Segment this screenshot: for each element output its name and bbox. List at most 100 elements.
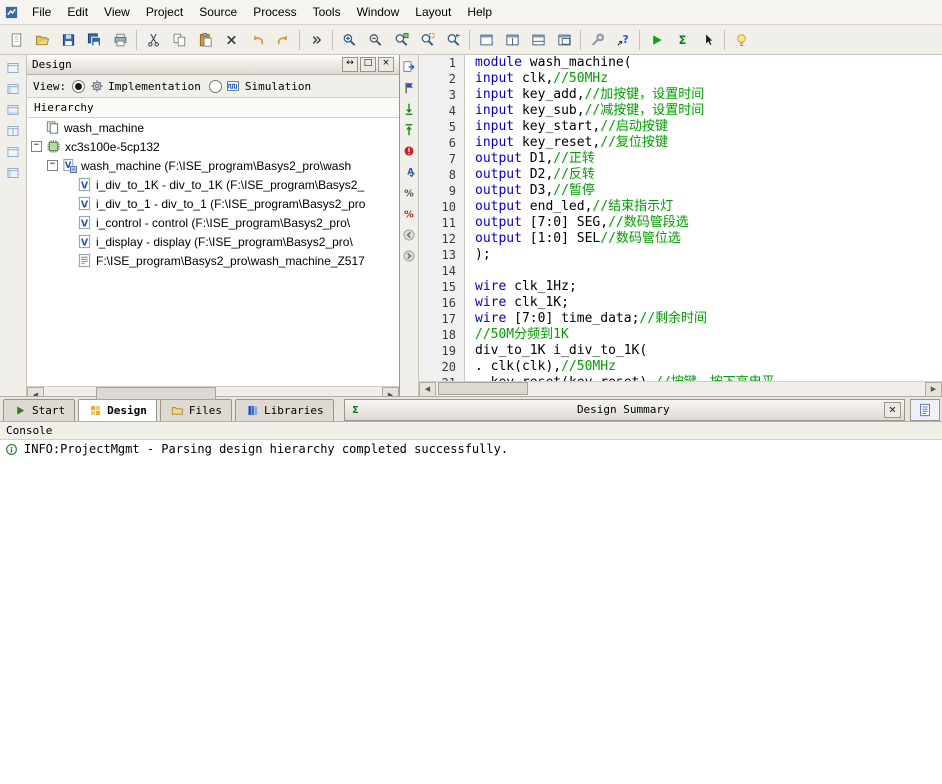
sigma-button[interactable]: Σ xyxy=(669,27,695,53)
pane-left-button[interactable] xyxy=(3,80,23,98)
pane-left-button[interactable] xyxy=(3,164,23,182)
hierarchy-scroll-track[interactable] xyxy=(44,387,382,401)
line-number: 7 xyxy=(419,151,465,167)
lightbulb-button[interactable] xyxy=(728,27,754,53)
menu-window[interactable]: Window xyxy=(349,2,408,22)
pointer-button[interactable] xyxy=(695,27,721,53)
tile-vertical-button[interactable] xyxy=(499,27,525,53)
hierarchy-scroll-thumb[interactable] xyxy=(96,387,216,400)
undo-button[interactable] xyxy=(244,27,270,53)
hierarchy-hscrollbar[interactable]: ◀ ▶ xyxy=(27,386,399,401)
summary-tabbar[interactable]: Σ Design Summary xyxy=(344,399,905,421)
toolbar-separator xyxy=(136,30,137,50)
code-area[interactable]: 1module wash_machine(2input clk,//50MHz3… xyxy=(419,55,942,381)
new-layout-button[interactable] xyxy=(473,27,499,53)
tab-libraries[interactable]: Libraries xyxy=(235,399,334,421)
line-number: 2 xyxy=(419,71,465,87)
radio-implementation[interactable] xyxy=(72,80,85,93)
hierarchy-item[interactable]: Vi_div_to_1 - div_to_1 (F:\ISE_program\B… xyxy=(27,194,399,213)
delete-button[interactable] xyxy=(218,27,244,53)
settings-wrench-button[interactable] xyxy=(584,27,610,53)
menu-source[interactable]: Source xyxy=(191,2,245,22)
console-info-icon: i xyxy=(4,442,19,457)
cascade-windows-button[interactable] xyxy=(551,27,577,53)
percent-replace-button[interactable]: % xyxy=(399,205,419,223)
tab-files[interactable]: Files xyxy=(160,399,232,421)
collapse-icon[interactable]: − xyxy=(31,141,42,152)
view-option-implementation[interactable]: Implementation xyxy=(72,79,201,94)
save-all-button[interactable] xyxy=(81,27,107,53)
hierarchy-item[interactable]: wash_machine xyxy=(27,118,399,137)
menu-view[interactable]: View xyxy=(96,2,138,22)
menu-process[interactable]: Process xyxy=(245,2,304,22)
error-marker-button[interactable] xyxy=(399,142,419,160)
menu-layout[interactable]: Layout xyxy=(407,2,459,22)
editor-hscrollbar[interactable]: ◀ ▶ xyxy=(419,381,942,396)
undo-icon xyxy=(250,32,265,47)
summary-close-button[interactable] xyxy=(884,402,901,418)
menu-tools[interactable]: Tools xyxy=(305,2,349,22)
menu-help[interactable]: Help xyxy=(459,2,500,22)
copy-button[interactable] xyxy=(166,27,192,53)
editor-area[interactable]: 1module wash_machine(2input clk,//50MHz3… xyxy=(419,55,942,396)
zoom-out-button[interactable] xyxy=(362,27,388,53)
pane-bottom-button[interactable] xyxy=(3,101,23,119)
tab-start[interactable]: Start xyxy=(3,399,75,421)
hierarchy-item[interactable]: Vi_control - control (F:\ISE_program\Bas… xyxy=(27,213,399,232)
language-check-button[interactable]: A xyxy=(399,163,419,181)
zoom-region-button[interactable] xyxy=(414,27,440,53)
hierarchy-tree[interactable]: wash_machine−xc3s100e-5cp132−Vwash_machi… xyxy=(27,118,399,386)
editor-scroll-track[interactable] xyxy=(436,382,925,396)
tab-design[interactable]: Design xyxy=(78,399,157,421)
nav-forward-button[interactable] xyxy=(399,247,419,265)
close-panel-button[interactable]: × xyxy=(378,57,394,72)
print-button[interactable] xyxy=(107,27,133,53)
menu-project[interactable]: Project xyxy=(138,2,191,22)
more-buttons-button[interactable] xyxy=(303,27,329,53)
zoom-full-button[interactable] xyxy=(388,27,414,53)
pane-button[interactable] xyxy=(3,59,23,77)
paste-button[interactable] xyxy=(192,27,218,53)
bookmark-prev-button[interactable] xyxy=(399,121,419,139)
hierarchy-item[interactable]: Vi_display - display (F:\ISE_program\Bas… xyxy=(27,232,399,251)
settings-wrench-icon xyxy=(590,32,605,47)
new-document-button[interactable] xyxy=(3,27,29,53)
paste-icon xyxy=(198,32,213,47)
view-option-simulation[interactable]: Simulation xyxy=(209,79,311,94)
redo-button[interactable] xyxy=(270,27,296,53)
hierarchy-item[interactable]: F:\ISE_program\Basys2_pro\wash_machine_Z… xyxy=(27,251,399,270)
float-panel-button[interactable]: ↔ xyxy=(342,57,358,72)
toolbar-separator xyxy=(332,30,333,50)
context-help-button[interactable]: ? xyxy=(610,27,636,53)
line-number: 3 xyxy=(419,87,465,103)
line-number: 17 xyxy=(419,311,465,327)
pane-grid-button[interactable] xyxy=(3,122,23,140)
collapse-icon[interactable]: − xyxy=(47,160,58,171)
hierarchy-item[interactable]: Vi_div_to_1K - div_to_1K (F:\ISE_program… xyxy=(27,175,399,194)
scroll-right-icon[interactable]: ▶ xyxy=(925,382,942,397)
nav-back-button[interactable] xyxy=(399,226,419,244)
pane-grid-icon xyxy=(6,124,21,139)
open-project-button[interactable] xyxy=(29,27,55,53)
run-button[interactable] xyxy=(643,27,669,53)
menu-edit[interactable]: Edit xyxy=(59,2,96,22)
summary-side-button[interactable] xyxy=(910,399,940,421)
save-button[interactable] xyxy=(55,27,81,53)
dock-panel-button[interactable]: □ xyxy=(360,57,376,72)
tile-horizontal-button[interactable] xyxy=(525,27,551,53)
bookmark-toggle-button[interactable] xyxy=(399,79,419,97)
editor-scroll-thumb[interactable] xyxy=(438,382,528,395)
zoom-previous-button[interactable] xyxy=(440,27,466,53)
menu-file[interactable]: File xyxy=(24,2,59,22)
summary-close-icon xyxy=(885,402,900,417)
goto-line-button[interactable] xyxy=(399,58,419,76)
bookmark-next-button[interactable] xyxy=(399,100,419,118)
hierarchy-item[interactable]: −xc3s100e-5cp132 xyxy=(27,137,399,156)
scroll-left-icon[interactable]: ◀ xyxy=(419,382,436,397)
radio-simulation[interactable] xyxy=(209,80,222,93)
zoom-in-button[interactable] xyxy=(336,27,362,53)
hierarchy-item[interactable]: −Vwash_machine (F:\ISE_program\Basys2_pr… xyxy=(27,156,399,175)
cut-button[interactable] xyxy=(140,27,166,53)
pane-button[interactable] xyxy=(3,143,23,161)
percent-find-button[interactable]: % xyxy=(399,184,419,202)
